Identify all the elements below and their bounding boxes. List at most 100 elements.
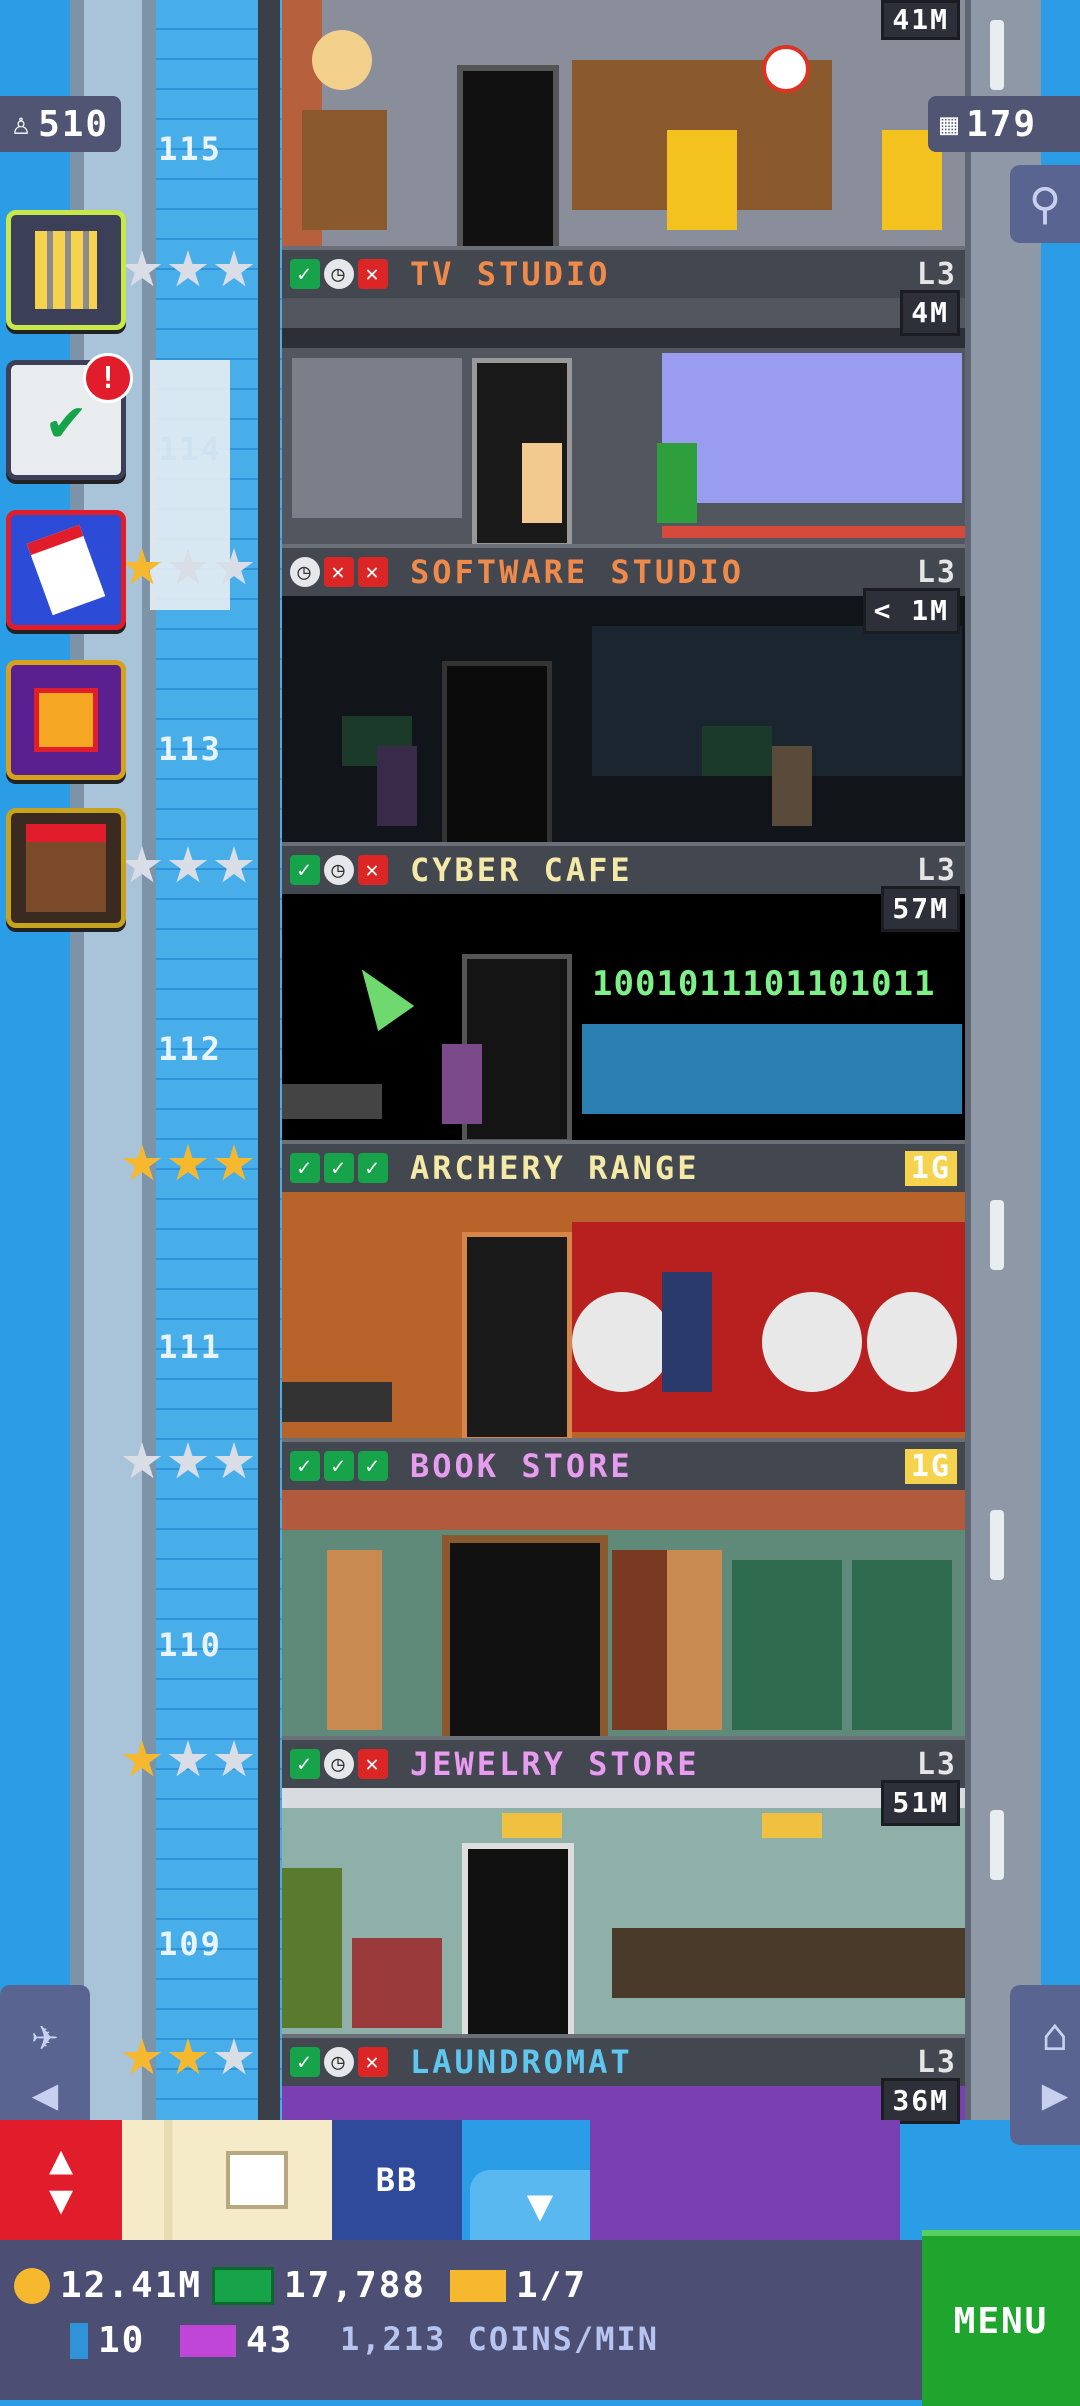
bux-icon bbox=[212, 2266, 274, 2305]
floor-level: L3 bbox=[916, 1746, 957, 1782]
floor-number: 112 bbox=[158, 1030, 222, 1068]
bux-value: 17,788 bbox=[284, 2265, 427, 2306]
gems-value: 10 bbox=[98, 2320, 146, 2361]
floor-label-bar[interactable]: ✓ ◷ ✕ CYBER CAFE L3 bbox=[282, 842, 965, 898]
floor-name: ARCHERY RANGE bbox=[410, 1149, 700, 1187]
arrow-right-icon: ▶ bbox=[1041, 2069, 1069, 2120]
stock-indicator: 4M bbox=[900, 290, 960, 336]
star-icon bbox=[168, 846, 208, 883]
x-icon: ✕ bbox=[358, 1749, 388, 1779]
search-icon[interactable]: ⚲ bbox=[1010, 165, 1080, 243]
floor-level: L3 bbox=[916, 256, 957, 292]
ticket-icon bbox=[450, 2269, 506, 2302]
tickets-display[interactable]: 1/7 bbox=[450, 2265, 587, 2306]
build-floor-button[interactable] bbox=[6, 210, 126, 330]
status-icons: ✓ ✓ ✓ bbox=[290, 1153, 402, 1183]
stock-indicator: 36M bbox=[881, 2078, 960, 2124]
market-button[interactable] bbox=[6, 808, 126, 928]
building-icon bbox=[35, 231, 97, 309]
star-icon bbox=[214, 1144, 254, 1181]
elevator-button[interactable]: ▲ ▼ bbox=[0, 2120, 122, 2240]
alert-badge: ! bbox=[83, 353, 133, 403]
floor-level: L3 bbox=[916, 2044, 957, 2080]
floor-name: SOFTWARE STUDIO bbox=[410, 553, 744, 591]
floor-name: JEWELRY STORE bbox=[410, 1745, 700, 1783]
floor-name: CYBER CAFE bbox=[410, 851, 633, 889]
clock-icon: ◷ bbox=[324, 855, 354, 885]
missions-button[interactable]: ✔ ! bbox=[6, 353, 133, 480]
floor-name: TV STUDIO bbox=[410, 255, 611, 293]
gifts-button[interactable] bbox=[6, 660, 126, 780]
events-button[interactable] bbox=[6, 510, 126, 630]
floor-label-bar[interactable]: ✓ ✓ ✓ ARCHERY RANGE 1G bbox=[282, 1140, 965, 1196]
star-rating bbox=[122, 846, 254, 886]
gems-display[interactable]: 10 bbox=[70, 2320, 145, 2361]
star-rating bbox=[122, 2038, 254, 2078]
star-rating bbox=[122, 548, 254, 588]
menu-button[interactable]: MENU bbox=[922, 2230, 1080, 2406]
stock-indicator: < 1M bbox=[862, 588, 960, 634]
building-icon: ▦ bbox=[940, 106, 961, 142]
bux-display[interactable]: 17,788 bbox=[212, 2265, 426, 2306]
shop-stall-icon bbox=[26, 824, 106, 912]
room-top-floor[interactable] bbox=[282, 0, 965, 246]
arrow-down-icon: ▼ bbox=[48, 2177, 74, 2223]
tickets-value: 1/7 bbox=[516, 2265, 588, 2306]
check-icon: ✓ bbox=[290, 2047, 320, 2077]
population-counter[interactable]: ♙ 510 bbox=[0, 96, 122, 152]
floors-counter[interactable]: ▦ 179 bbox=[928, 96, 1080, 152]
star-icon bbox=[214, 250, 254, 287]
coins-display[interactable]: 12.41M bbox=[14, 2265, 202, 2306]
window-light bbox=[990, 1810, 1004, 1880]
star-icon bbox=[122, 250, 162, 287]
floor-name: BOOK STORE bbox=[410, 1447, 633, 1485]
calendar-icon bbox=[26, 524, 106, 616]
star-icon bbox=[122, 846, 162, 883]
check-icon: ✓ bbox=[358, 1451, 388, 1481]
clock-icon: ◷ bbox=[324, 259, 354, 289]
x-icon: ✕ bbox=[324, 557, 354, 587]
room-archery-range[interactable] bbox=[282, 1192, 965, 1438]
status-icons: ✓ ◷ ✕ bbox=[290, 1749, 402, 1779]
floor-number: 110 bbox=[158, 1626, 222, 1664]
star-rating bbox=[122, 1442, 254, 1482]
scroll-down-button[interactable]: ▼ bbox=[470, 2170, 610, 2240]
star-rating bbox=[122, 1144, 254, 1184]
room-cyber-cafe[interactable]: 1001011101101011 bbox=[282, 894, 965, 1140]
vip-display[interactable]: 43 bbox=[180, 2320, 293, 2361]
window-light bbox=[990, 1200, 1004, 1270]
stock-indicator: 57M bbox=[881, 886, 960, 932]
room-laundromat[interactable] bbox=[282, 2086, 965, 2120]
floor-number: 113 bbox=[158, 730, 222, 768]
status-icons: ◷ ✕ ✕ bbox=[290, 557, 402, 587]
star-rating bbox=[122, 1740, 254, 1780]
binary-sign: 1001011101101011 bbox=[592, 964, 936, 1004]
check-icon: ✓ bbox=[358, 1153, 388, 1183]
floors-value: 179 bbox=[966, 103, 1038, 145]
gift-icon bbox=[34, 688, 98, 752]
star-icon bbox=[122, 548, 162, 585]
star-icon bbox=[214, 2038, 254, 2075]
stock-all-button[interactable] bbox=[122, 2120, 332, 2240]
star-icon bbox=[214, 846, 254, 883]
floor-label-bar[interactable]: ✓ ✓ ✓ BOOK STORE 1G bbox=[282, 1438, 965, 1494]
clock-icon: ◷ bbox=[324, 1749, 354, 1779]
status-icons: ✓ ◷ ✕ bbox=[290, 855, 402, 885]
star-icon bbox=[168, 1144, 208, 1181]
floor-level-gold: 1G bbox=[904, 1448, 957, 1484]
floor-label-bar[interactable]: ✓ ◷ ✕ TV STUDIO L3 bbox=[282, 246, 965, 302]
arrow-left-icon: ◀ bbox=[31, 2069, 59, 2120]
tower-right-wall bbox=[965, 0, 1041, 2120]
room-tv-studio[interactable] bbox=[282, 298, 965, 544]
coins-value: 12.41M bbox=[60, 2265, 203, 2306]
bitbook-button[interactable]: BB bbox=[332, 2120, 462, 2240]
floor-label-bar[interactable]: ✓ ◷ ✕ JEWELRY STORE L3 bbox=[282, 1736, 965, 1792]
status-icons: ✓ ◷ ✕ bbox=[290, 2047, 402, 2077]
clock-icon: ◷ bbox=[290, 557, 320, 587]
room-book-store[interactable] bbox=[282, 1490, 965, 1736]
floor-label-bar[interactable]: ✓ ◷ ✕ LAUNDROMAT L3 bbox=[282, 2034, 965, 2090]
status-icons: ✓ ◷ ✕ bbox=[290, 259, 402, 289]
x-icon: ✕ bbox=[358, 259, 388, 289]
room-jewelry-store[interactable] bbox=[282, 1788, 965, 2034]
vip-icon bbox=[180, 2324, 236, 2357]
